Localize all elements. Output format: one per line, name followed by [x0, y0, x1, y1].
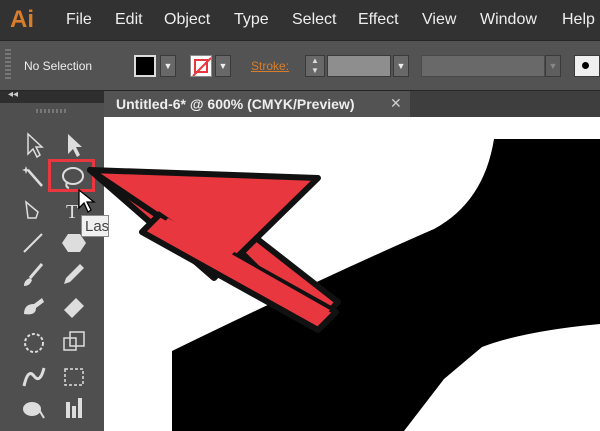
- red-arrow-annotation: [87, 167, 341, 333]
